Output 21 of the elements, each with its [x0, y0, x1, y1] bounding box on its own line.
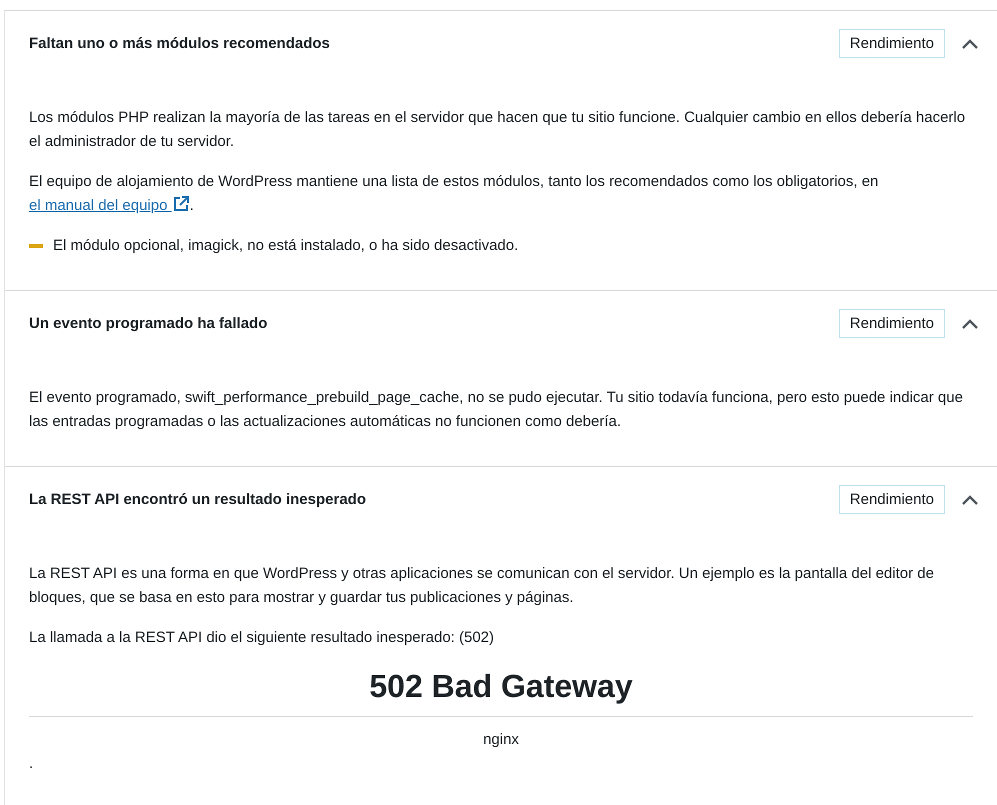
error-heading: 502 Bad Gateway	[368, 667, 634, 706]
section-title: Faltan uno o más módulos recomendados	[29, 35, 331, 52]
paragraph: El equipo de alojamiento de WordPress mantiene una lista de estos módulos, tanto los recomendados como los obligatorios, en el manual del equipo .	[29, 172, 880, 216]
manual-link[interactable]: el manual del equipo	[29, 197, 190, 214]
external-link-icon	[172, 195, 190, 213]
chevron-icon	[961, 494, 979, 506]
warning-dash-icon	[29, 244, 43, 248]
paragraph: El evento programado, swift_performance_prebuild_page_cache, no se pudo ejecutar. Tu sitio todavía funciona, pero esto puede indicar que las entradas programadas o las actualizaciones automáticas no funcionen como debería.	[29, 388, 964, 432]
paragraph: La REST API es una forma en que WordPress y otras aplicaciones se comunican con el servidor. Un ejemplo es la pantalla del editor de bloques, que se basa en esto para mostrar y guardar tus publicaciones y páginas.	[29, 564, 935, 608]
paragraph: Los módulos PHP realizan la mayoría de las tareas en el servidor que hacen que tu sitio funcione. Cualquier cambio en ellos debería hacerlo el administrador de tu servidor.	[29, 108, 966, 152]
warning-text: El módulo opcional, imagick, no está instalado, o ha sido desactivado.	[53, 236, 518, 256]
paragraph: .	[29, 754, 34, 774]
server-name: nginx	[482, 730, 520, 750]
category-badge: Rendimiento	[838, 29, 945, 58]
section-title: La REST API encontró un resultado inesperado	[29, 491, 367, 508]
chevron-icon	[961, 38, 979, 50]
section-title: Un evento programado ha fallado	[29, 315, 268, 332]
category-badge: Rendimiento	[838, 309, 945, 338]
category-badge: Rendimiento	[838, 485, 945, 514]
chevron-icon	[961, 318, 979, 330]
paragraph: La llamada a la REST API dio el siguiente resultado inesperado: (502)	[29, 628, 496, 648]
